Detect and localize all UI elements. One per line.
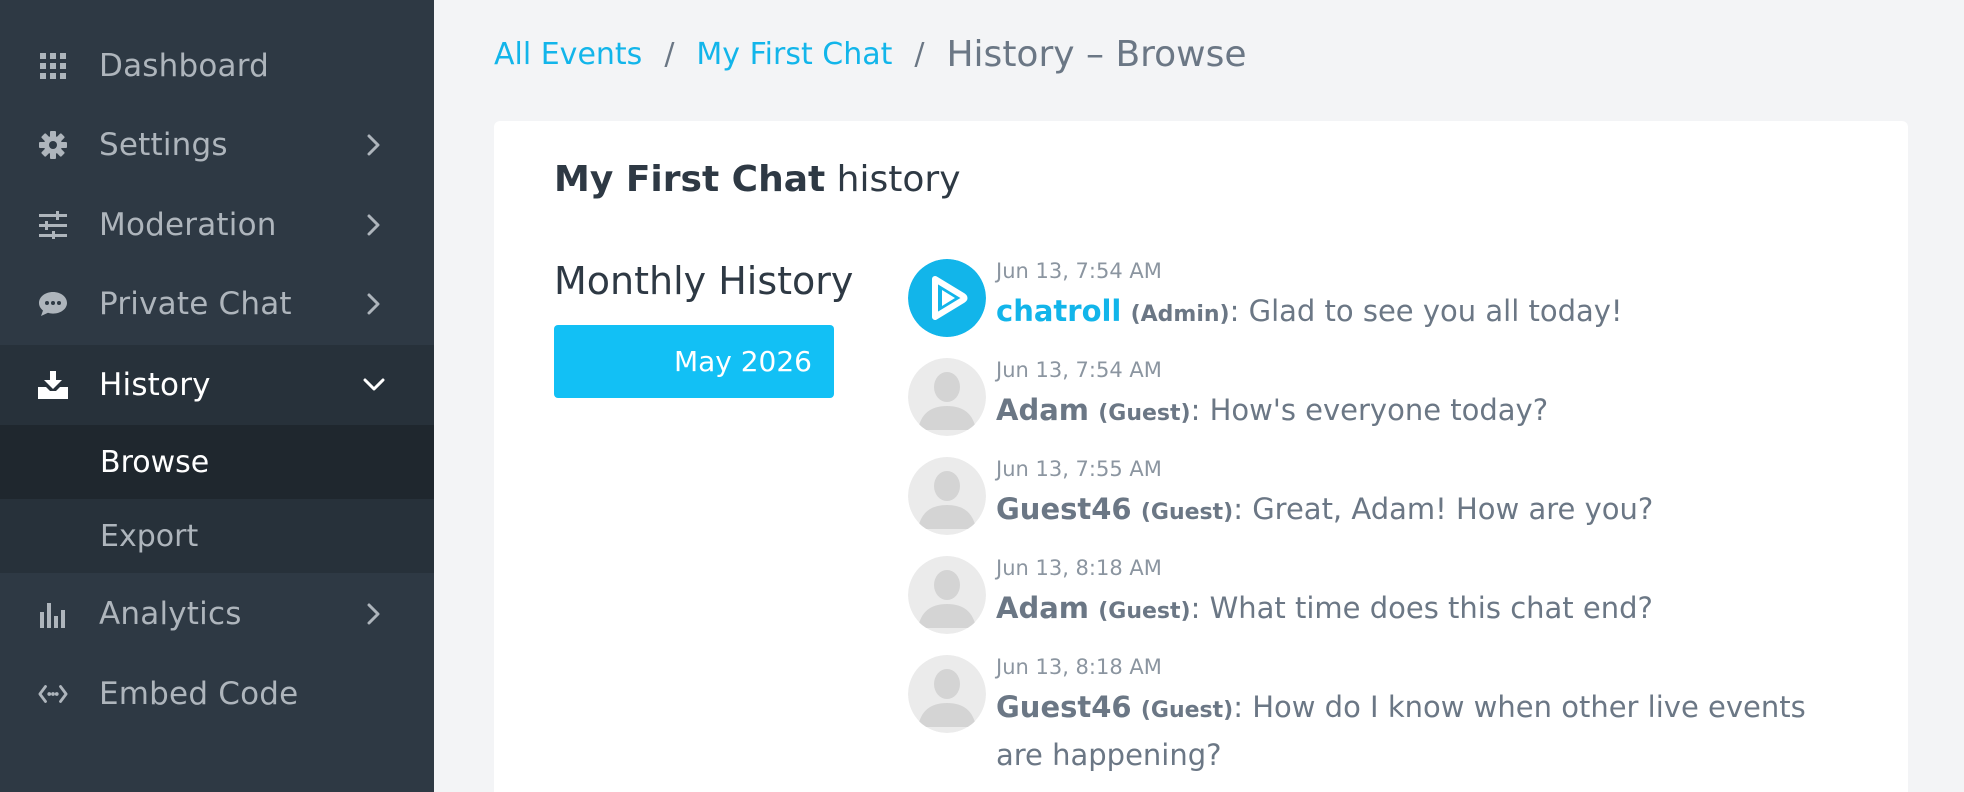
sidebar-item-label: History <box>99 367 211 403</box>
sidebar-item-label: Analytics <box>99 596 242 632</box>
card-title-chat-name: My First Chat <box>554 159 826 200</box>
guest-avatar <box>908 457 986 535</box>
sidebar-item-settings[interactable]: Settings <box>0 105 434 185</box>
message-timestamp: Jun 13, 7:54 AM <box>996 259 1162 283</box>
chevron-right-icon <box>362 292 386 316</box>
sidebar-item-label: Private Chat <box>99 286 292 322</box>
sidebar-item-label: Dashboard <box>99 48 269 84</box>
message-timestamp: Jun 13, 7:55 AM <box>996 457 1162 481</box>
message-timestamp: Jun 13, 8:18 AM <box>996 556 1162 580</box>
sidebar-item-dashboard[interactable]: Dashboard <box>0 26 434 106</box>
history-card: My First Chat history Monthly History Ma… <box>494 121 1908 792</box>
download-tray-icon <box>38 370 68 400</box>
sidebar-subitem-export[interactable]: Export <box>0 499 434 573</box>
guest-avatar <box>908 655 986 733</box>
message-text: : How's everyone today? <box>1190 393 1549 427</box>
page-title: History – Browse <box>946 33 1247 75</box>
card-title-suffix: history <box>825 159 961 200</box>
sliders-icon <box>38 210 68 240</box>
message-role: (Guest) <box>1098 599 1191 624</box>
sidebar-subitem-label: Browse <box>100 444 210 480</box>
message-role: (Guest) <box>1140 500 1234 525</box>
message-body: Adam (Guest): How's everyone today? <box>996 388 1856 436</box>
breadcrumb: All Events / My First Chat / History – B… <box>494 26 1247 82</box>
sidebar-item-label: Embed Code <box>99 676 299 712</box>
sidebar-item-label: Moderation <box>99 207 277 243</box>
monthly-history-title: Monthly History <box>554 259 854 303</box>
message-role: (Guest) <box>1098 401 1191 426</box>
gear-icon <box>38 130 68 160</box>
message-role: (Admin) <box>1130 302 1230 327</box>
sidebar-item-history[interactable]: History <box>0 345 434 425</box>
sidebar-subitem-label: Export <box>100 518 199 554</box>
chevron-down-icon <box>362 373 386 397</box>
message-timestamp: Jun 13, 8:18 AM <box>996 655 1162 679</box>
breadcrumb-separator: / <box>914 36 925 72</box>
grid-icon <box>38 51 68 81</box>
sidebar: Dashboard Settings Moderation Private Ch… <box>0 0 434 792</box>
card-title: My First Chat history <box>554 159 961 200</box>
sidebar-item-private-chat[interactable]: Private Chat <box>0 264 434 344</box>
chevron-right-icon <box>362 602 386 626</box>
message-body: chatroll (Admin): Glad to see you all to… <box>996 289 1856 337</box>
guest-avatar <box>908 358 986 436</box>
message-text: : What time does this chat end? <box>1190 591 1653 625</box>
chevron-right-icon <box>362 213 386 237</box>
guest-avatar <box>908 556 986 634</box>
code-icon <box>38 679 68 709</box>
message-text: : Glad to see you all today! <box>1229 294 1623 328</box>
message-author[interactable]: chatroll <box>996 294 1121 328</box>
message-text: : Great, Adam! How are you? <box>1233 492 1654 526</box>
message-author[interactable]: Adam <box>996 591 1089 625</box>
breadcrumb-link-all-events[interactable]: All Events <box>494 37 642 72</box>
sidebar-item-embed-code[interactable]: Embed Code <box>0 654 434 734</box>
sidebar-subitem-browse[interactable]: Browse <box>0 425 434 499</box>
sidebar-item-label: Settings <box>99 127 228 163</box>
sidebar-item-moderation[interactable]: Moderation <box>0 185 434 265</box>
message-author[interactable]: Adam <box>996 393 1089 427</box>
sidebar-item-analytics[interactable]: Analytics <box>0 574 434 654</box>
message-timestamp: Jun 13, 7:54 AM <box>996 358 1162 382</box>
bar-chart-icon <box>38 599 68 629</box>
admin-avatar <box>908 259 986 337</box>
month-button[interactable]: May 2026 <box>554 325 834 398</box>
breadcrumb-link-chat[interactable]: My First Chat <box>696 37 892 72</box>
chat-bubble-icon <box>38 289 68 319</box>
message-body: Guest46 (Guest): How do I know when othe… <box>996 685 1856 778</box>
message-body: Guest46 (Guest): Great, Adam! How are yo… <box>996 487 1856 535</box>
chevron-right-icon <box>362 133 386 157</box>
message-role: (Guest) <box>1140 698 1234 723</box>
message-body: Adam (Guest): What time does this chat e… <box>996 586 1856 634</box>
breadcrumb-separator: / <box>664 36 675 72</box>
message-author[interactable]: Guest46 <box>996 492 1132 526</box>
message-author[interactable]: Guest46 <box>996 690 1132 724</box>
